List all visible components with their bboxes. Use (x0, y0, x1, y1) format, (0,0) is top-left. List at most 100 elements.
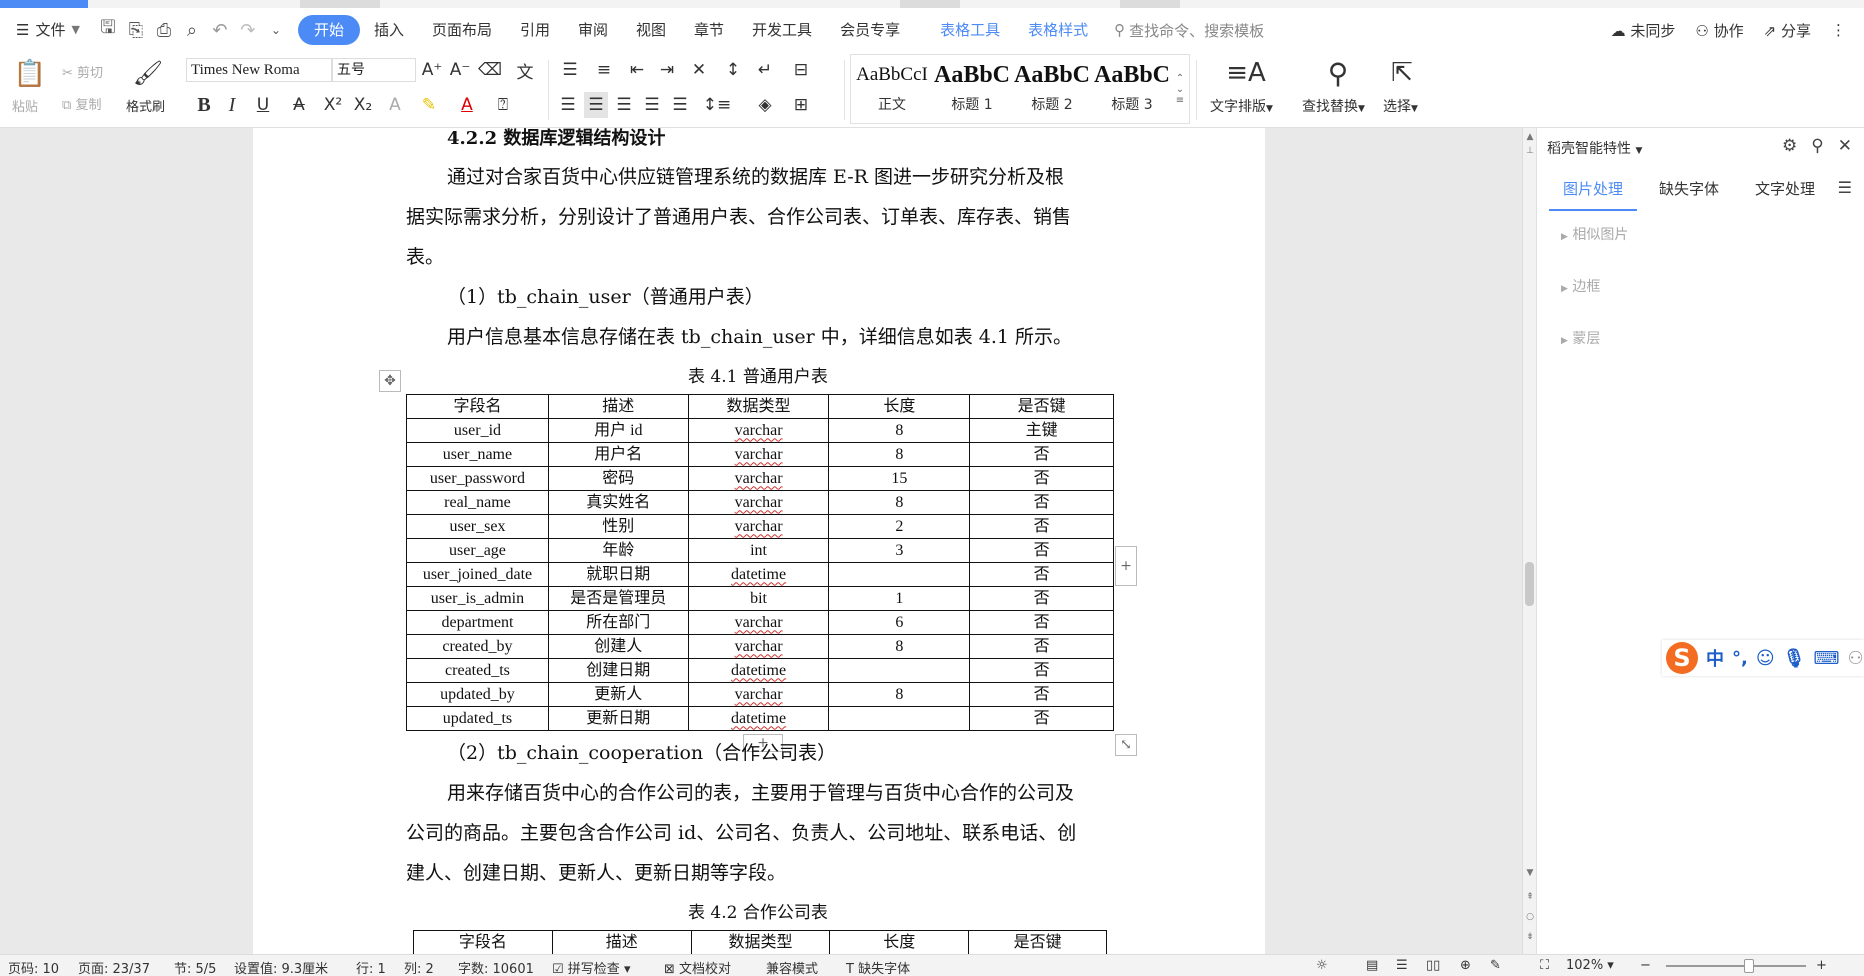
menu-icon[interactable]: ☰ (1838, 178, 1852, 197)
tab-view[interactable]: 视图 (622, 15, 680, 45)
undo-icon[interactable]: ↶ (206, 15, 234, 45)
section-mask[interactable]: ▶ 蒙层 (1561, 328, 1600, 348)
scrollbar-thumb[interactable] (1525, 562, 1534, 606)
table-cell[interactable]: varchar (687, 514, 830, 539)
keyboard-icon[interactable]: ⌨ (1813, 648, 1839, 669)
table-cell[interactable]: 1 (828, 586, 971, 611)
text-layout-button[interactable]: 文字排版▼ (1210, 96, 1273, 116)
row-indicator[interactable]: 行: 1 (356, 958, 386, 976)
distributed-icon[interactable]: ☰ (668, 92, 692, 118)
quick-access-dropdown-icon[interactable]: ⌄ (262, 15, 290, 45)
char-border-icon[interactable]: ⍰ (490, 92, 516, 118)
table-cell[interactable]: user_sex (406, 514, 549, 539)
panel-title[interactable]: 稻壳智能特性 ▼ (1547, 138, 1642, 158)
select-button[interactable]: 选择▼ (1383, 96, 1418, 116)
table-cell[interactable]: varchar (687, 682, 830, 707)
pen-icon[interactable]: ✎ (1490, 958, 1501, 973)
table-cell[interactable]: 就职日期 (547, 562, 689, 587)
table-header-cell[interactable]: 是否键 (968, 930, 1107, 954)
section-indicator[interactable]: 节: 5/5 (174, 958, 216, 976)
find-replace-button[interactable]: 查找替换▼ (1302, 96, 1365, 116)
section-border[interactable]: ▶ 边框 (1561, 276, 1600, 296)
emoji-icon[interactable]: ☺ (1756, 648, 1775, 669)
table-cell[interactable]: 所在部门 (547, 610, 689, 635)
section-similar-images[interactable]: ▶ 相似图片 (1561, 224, 1628, 244)
table-cell[interactable]: varchar (687, 442, 830, 467)
table-cell[interactable]: 否 (969, 586, 1114, 611)
doc-tab-segment[interactable] (300, 0, 380, 8)
focus-mode-icon[interactable]: ☼ (1316, 958, 1328, 973)
table-cell[interactable]: 创建日期 (547, 658, 689, 683)
table-header-cell[interactable]: 数据类型 (687, 394, 830, 419)
table-cell[interactable]: user_password (406, 466, 549, 491)
active-doc-tab-indicator[interactable] (0, 0, 88, 8)
style-gallery-scroll[interactable]: ⌃ ⌄ ≡ (1172, 58, 1188, 120)
table-cell[interactable]: 否 (969, 706, 1114, 731)
spell-check-toggle[interactable]: ☑ 拼写检查 ▾ (552, 958, 630, 976)
table-cell[interactable] (828, 706, 971, 731)
align-right-icon[interactable]: ☰ (612, 92, 636, 118)
bullet-list-icon[interactable]: ☰ (556, 58, 584, 82)
tab-member[interactable]: 会员专享 (826, 15, 914, 45)
sync-button[interactable]: ☁ 未同步 (1611, 20, 1676, 41)
share-button[interactable]: ⇗ 分享 (1764, 20, 1811, 41)
document-canvas[interactable]: 4.2.2 数据库逻辑结构设计 通过对合家百货中心供应链管理系统的数据库 E-R… (0, 128, 1522, 954)
table-cell[interactable]: 否 (969, 514, 1114, 539)
collab-button[interactable]: ⚇ 协作 (1695, 20, 1743, 41)
table-cell[interactable]: 否 (969, 490, 1114, 515)
ruler-toggle-icon[interactable]: ⊥ (1523, 146, 1537, 156)
chinese-layout-icon[interactable]: ✕ (684, 58, 714, 82)
doc-tab-segment[interactable] (1120, 0, 1180, 8)
table-cell[interactable]: 否 (969, 658, 1114, 683)
table-header-cell[interactable]: 长度 (829, 930, 970, 954)
file-menu[interactable]: ☰ 文件 ▼ (0, 15, 94, 45)
borders-icon[interactable]: ⊞ (786, 92, 816, 118)
table-header-cell[interactable]: 数据类型 (690, 930, 831, 954)
table-move-handle[interactable]: ✥ (379, 370, 401, 392)
table-cell[interactable]: 8 (828, 634, 971, 659)
table-cell[interactable]: user_age (406, 538, 549, 563)
tab-insert[interactable]: 插入 (360, 15, 418, 45)
tab-home[interactable]: 开始 (297, 15, 360, 45)
close-icon[interactable]: ✕ (1838, 136, 1852, 156)
table-cell[interactable]: 是否是管理员 (547, 586, 689, 611)
table-cell[interactable]: int (687, 538, 830, 563)
table-cell[interactable] (828, 658, 971, 683)
table-cell[interactable]: 8 (828, 682, 971, 707)
zoom-in-icon[interactable]: + (1816, 958, 1827, 973)
table-cell[interactable]: user_is_admin (406, 586, 549, 611)
table-cell[interactable]: updated_ts (406, 706, 549, 731)
align-center-icon[interactable]: ☰ (584, 92, 608, 118)
table-cell[interactable]: varchar (687, 418, 830, 443)
select-browse-icon[interactable]: ○ (1523, 912, 1537, 922)
microphone-icon[interactable]: 🎙 (1783, 648, 1806, 669)
vertical-scrollbar[interactable]: ▲ ⊥ ▼ ⇞ ○ ⇟ (1522, 128, 1536, 954)
table-cell[interactable]: 3 (828, 538, 971, 563)
table-cell[interactable] (828, 562, 971, 587)
table-header-cell[interactable]: 字段名 (406, 394, 549, 419)
next-page-icon[interactable]: ⇟ (1523, 932, 1537, 942)
table-cell[interactable]: varchar (687, 490, 830, 515)
table-cell[interactable]: 更新日期 (547, 706, 689, 731)
table-cell[interactable]: 6 (828, 610, 971, 635)
decrease-indent-icon[interactable]: ⇤ (624, 58, 650, 82)
superscript-icon[interactable]: X² (320, 92, 346, 118)
tab-review[interactable]: 审阅 (564, 15, 622, 45)
table-cell[interactable]: created_ts (406, 658, 549, 683)
table-cell[interactable]: 密码 (547, 466, 689, 491)
tab-references[interactable]: 引用 (506, 15, 564, 45)
table-cell[interactable]: 创建人 (547, 634, 689, 659)
table-cell[interactable]: datetime (687, 706, 830, 731)
clear-format-icon[interactable]: ⌫ (478, 58, 502, 82)
table-cell[interactable]: 否 (969, 562, 1114, 587)
numbered-list-icon[interactable]: ≡ (590, 58, 618, 82)
table-cell[interactable]: created_by (406, 634, 549, 659)
table-cell[interactable]: varchar (687, 466, 830, 491)
tab-image-processing[interactable]: 图片处理 (1549, 174, 1638, 211)
pinyin-guide-icon[interactable]: 文 (508, 58, 542, 83)
tab-table-style[interactable]: 表格样式 (1014, 15, 1102, 45)
export-pdf-icon[interactable]: ⎘ (122, 15, 150, 45)
page-view-icon[interactable]: ▤ (1366, 958, 1378, 973)
outline-view-icon[interactable]: ☰ (1396, 958, 1408, 973)
table-header-cell[interactable]: 描述 (551, 930, 692, 954)
